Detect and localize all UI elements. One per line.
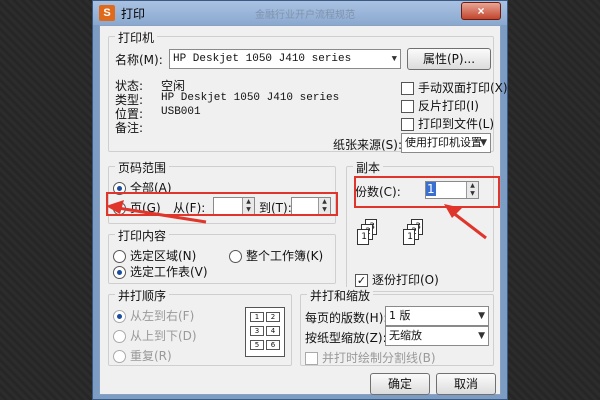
arrow-line (117, 206, 207, 224)
arrow-line (451, 210, 487, 240)
arrow-head-icon (106, 200, 124, 214)
arrow-to-pages-radio (106, 200, 207, 224)
annotation-arrows (106, 200, 487, 240)
arrow-to-copies-input (444, 204, 487, 240)
